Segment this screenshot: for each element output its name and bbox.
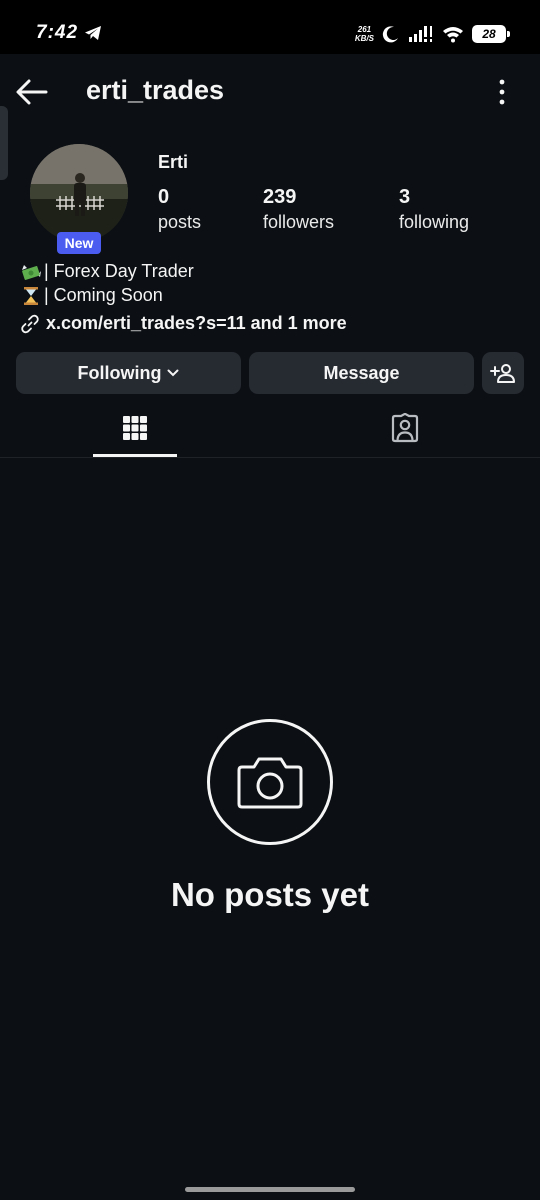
status-time: 7:42: [36, 22, 79, 43]
stat-followers-count: 239: [263, 186, 297, 208]
tagged-person-icon: [391, 413, 419, 443]
status-bar: 7:42 261 KB/S 28: [0, 0, 540, 54]
stat-following-label: following: [399, 212, 470, 232]
camera-icon: [237, 757, 303, 809]
empty-state-circle: [207, 719, 333, 845]
avatar[interactable]: [30, 144, 128, 242]
profile-username: erti_trades: [86, 75, 225, 105]
bio-line: | Coming Soon: [20, 285, 163, 306]
stat-followers-label: followers: [263, 212, 335, 232]
profile-header: erti_trades: [0, 54, 540, 128]
more-options-icon[interactable]: [492, 76, 512, 108]
tab-posts-grid[interactable]: [0, 398, 270, 458]
stat-following[interactable]: 3 following: [399, 186, 469, 233]
profile-tabs: [0, 398, 540, 458]
message-button-label: Message: [323, 362, 400, 383]
signal-icon: [409, 26, 432, 42]
message-button[interactable]: Message: [249, 352, 474, 394]
bio-text: | Forex Day Trader: [44, 261, 194, 281]
network-speed: 261 KB/S: [355, 25, 374, 43]
money-with-wings-emoji-icon: [22, 264, 41, 280]
empty-state-title: No posts yet: [170, 876, 370, 913]
grid-icon: [123, 416, 147, 440]
back-arrow-icon[interactable]: [14, 74, 50, 110]
new-badge: New: [57, 232, 101, 254]
add-person-icon: [490, 364, 515, 383]
stat-posts-count: 0: [158, 186, 170, 208]
suggested-users-button[interactable]: [482, 352, 524, 394]
profile-link-text: x.com/erti_trades?s=11 and 1 more: [46, 313, 347, 333]
bio-line: | Forex Day Trader: [20, 261, 194, 282]
telegram-icon: [85, 26, 101, 40]
stat-posts-label: posts: [158, 212, 202, 232]
tab-tagged[interactable]: [270, 398, 540, 458]
link-icon: [21, 314, 39, 333]
following-button-label: Following: [77, 362, 162, 383]
edge-panel-handle[interactable]: [0, 106, 8, 180]
stat-following-count: 3: [399, 186, 411, 208]
following-button[interactable]: Following: [16, 352, 241, 394]
network-speed-unit: KB/S: [354, 34, 374, 43]
battery-indicator: 28: [472, 25, 510, 43]
wifi-icon: [443, 27, 463, 43]
profile-link[interactable]: x.com/erti_trades?s=11 and 1 more: [20, 313, 347, 334]
network-speed-value: 261: [357, 25, 372, 34]
stat-followers[interactable]: 239 followers: [263, 186, 334, 233]
moon-icon: [382, 26, 398, 43]
status-icons: 261 KB/S 28: [355, 21, 510, 47]
active-tab-indicator: [93, 454, 177, 457]
hourglass-emoji-icon: [24, 286, 38, 305]
display-name: Erti: [158, 152, 189, 172]
home-indicator[interactable]: [185, 1187, 355, 1192]
stat-posts[interactable]: 0 posts: [158, 186, 201, 233]
bio-text: | Coming Soon: [44, 285, 163, 305]
chevron-down-icon: [167, 369, 179, 377]
